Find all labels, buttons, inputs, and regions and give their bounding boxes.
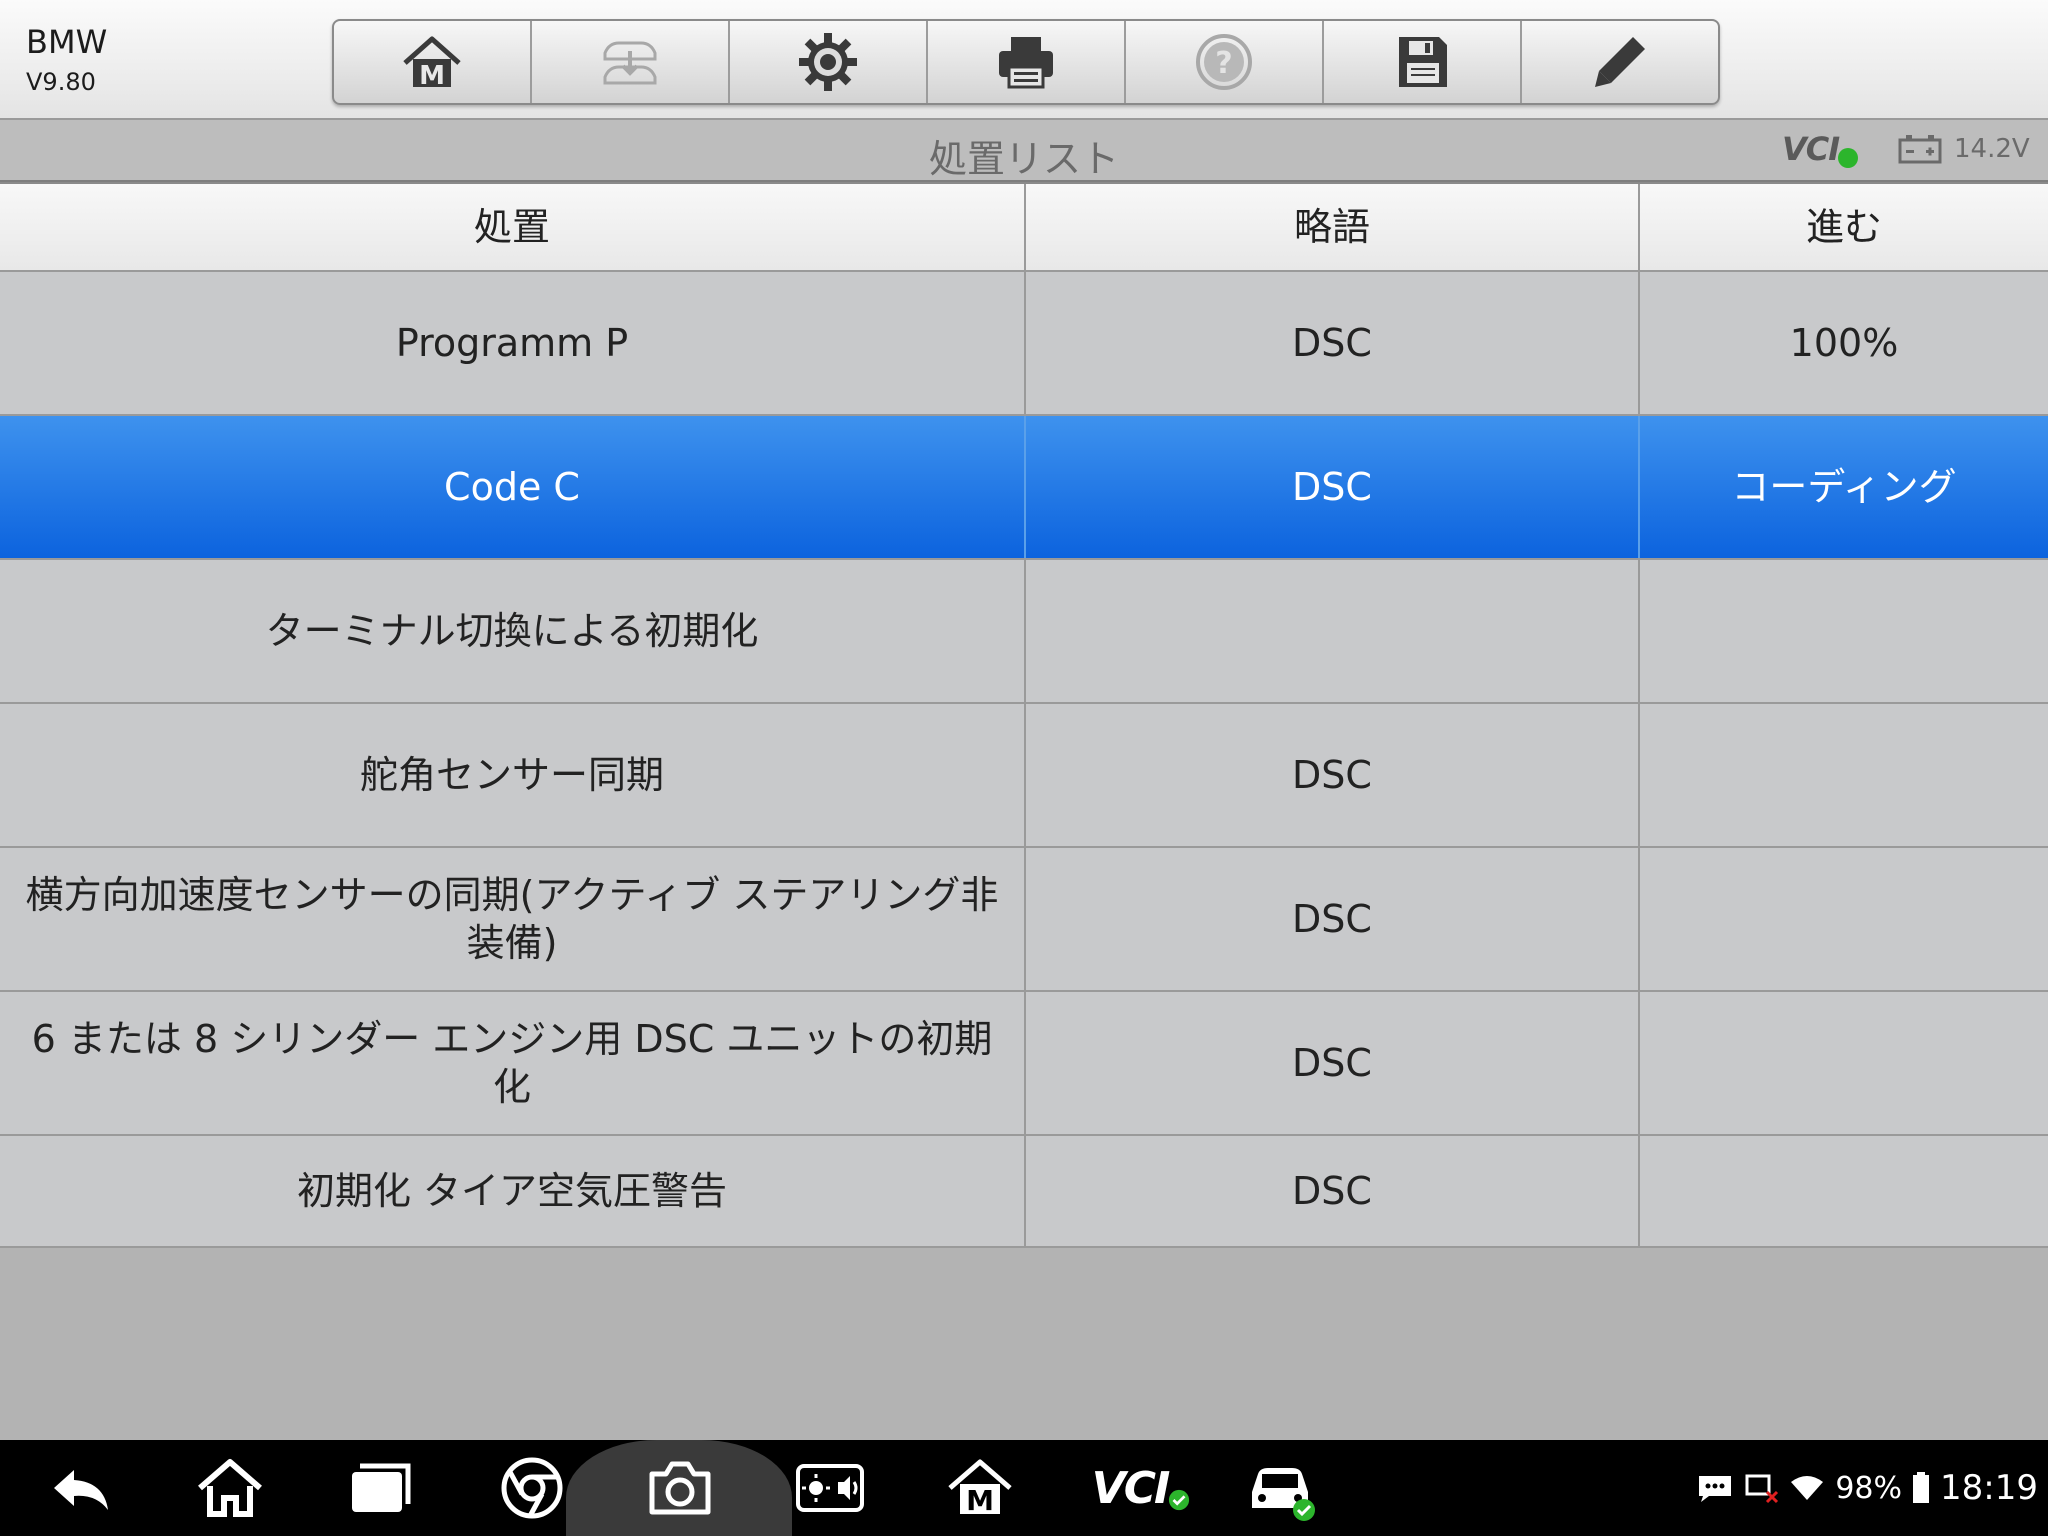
vci-button[interactable]: VCI xyxy=(1086,1450,1196,1526)
procedure-progress xyxy=(1640,560,2048,702)
printer-icon xyxy=(999,37,1053,89)
procedure-abbreviation: DSC xyxy=(1026,1136,1640,1246)
svg-text:?: ? xyxy=(1215,46,1232,81)
save-icon xyxy=(1399,37,1447,87)
vehicle-swap-icon xyxy=(603,41,657,85)
procedure-progress: コーディング xyxy=(1731,465,1957,509)
table-row-selected[interactable]: Code C DSC コーディング xyxy=(0,416,2048,560)
status-area: 98% 18:19 xyxy=(1697,1462,2038,1514)
svg-text:M: M xyxy=(966,1484,994,1517)
vci-connected-check-icon xyxy=(1838,148,1858,168)
procedure-abbreviation: DSC xyxy=(1026,272,1640,414)
table-row[interactable]: 初期化 タイア空気圧警告 DSC xyxy=(0,1136,2048,1248)
procedure-table: 処置 略語 進む Programm P DSC 100% Code C DSC … xyxy=(0,182,2048,1248)
vehicle-swap-button[interactable] xyxy=(532,21,730,103)
battery-percent: 98% xyxy=(1835,1470,1903,1506)
procedure-abbreviation: DSC xyxy=(1026,416,1640,558)
procedure-name: ターミナル切換による初期化 xyxy=(0,560,1026,702)
recent-apps-button[interactable] xyxy=(340,1450,420,1526)
procedure-name: 初期化 タイア空気圧警告 xyxy=(0,1136,1026,1246)
battery-icon xyxy=(1898,135,1942,164)
back-arrow-icon xyxy=(54,1470,108,1510)
column-header-abbreviation: 略語 xyxy=(1026,184,1640,270)
device-battery-icon xyxy=(1913,1472,1930,1503)
procedure-abbreviation: DSC xyxy=(1026,848,1640,990)
procedure-name: Code C xyxy=(0,416,1026,558)
wifi-icon xyxy=(1791,1476,1824,1500)
android-home-button[interactable] xyxy=(190,1450,270,1526)
app-version: V9.80 xyxy=(26,68,96,96)
procedure-progress xyxy=(1640,848,2048,990)
battery-voltage: 14.2V xyxy=(1954,134,2030,164)
table-row[interactable]: 舵角センサー同期 DSC xyxy=(0,704,2048,848)
vci-status-label: VCI xyxy=(1782,130,1840,168)
edit-button[interactable] xyxy=(1522,21,1718,103)
column-header-procedure: 処置 xyxy=(0,184,1026,270)
back-button[interactable] xyxy=(40,1450,120,1526)
car-check-icon xyxy=(1252,1468,1315,1521)
settings-gear-icon xyxy=(799,33,857,91)
maxisys-home-button[interactable]: M xyxy=(940,1450,1020,1526)
recent-apps-icon xyxy=(352,1463,411,1512)
page-title: 処置リスト xyxy=(928,137,1119,181)
header: BMW V9.80 M ? xyxy=(0,0,2048,120)
procedure-name: Programm P xyxy=(0,272,1026,414)
home-icon xyxy=(198,1459,262,1517)
procedure-abbreviation: DSC xyxy=(1026,992,1640,1134)
procedure-name: 舵角センサー同期 xyxy=(0,704,1026,846)
settings-button[interactable] xyxy=(730,21,928,103)
edit-pencil-icon xyxy=(1595,37,1645,87)
camera-icon xyxy=(649,1461,711,1515)
procedure-abbreviation xyxy=(1026,560,1640,702)
screenshot-button[interactable] xyxy=(640,1450,720,1526)
title-bar: 処置リスト VCI 14.2V xyxy=(0,120,2048,182)
procedure-progress xyxy=(1640,1136,2048,1246)
chat-notification-icon xyxy=(1699,1476,1732,1502)
home-m-icon: M xyxy=(403,36,461,91)
chrome-button[interactable] xyxy=(492,1450,572,1526)
brightness-volume-button[interactable] xyxy=(790,1450,870,1526)
procedure-progress xyxy=(1640,704,2048,846)
table-row[interactable]: 6 または 8 シリンダー エンジン用 DSC ユニットの初期化 DSC xyxy=(0,992,2048,1136)
vci-nav-label: VCI xyxy=(1091,1462,1171,1514)
procedure-abbreviation: DSC xyxy=(1026,704,1640,846)
app-name: BMW xyxy=(26,23,108,61)
brand: BMW V9.80 xyxy=(26,22,107,98)
procedure-progress: 100% xyxy=(1789,321,1899,365)
table-header-row: 処置 略語 進む xyxy=(0,182,2048,272)
usb-disconnected-icon xyxy=(1745,1474,1779,1504)
print-button[interactable] xyxy=(928,21,1126,103)
table-row[interactable]: Programm P DSC 100% xyxy=(0,272,2048,416)
vehicle-button[interactable] xyxy=(1240,1450,1320,1526)
system-navigation-bar: M VCI 98% 18:19 xyxy=(0,1440,2048,1536)
toolbar: M ? xyxy=(332,19,1720,105)
table-row[interactable]: 横方向加速度センサーの同期(アクティブ ステアリング非装備) DSC xyxy=(0,848,2048,992)
maxisys-m-icon: M xyxy=(948,1459,1012,1517)
app-root: BMW V9.80 M ? 処置リスト VCI 14.2V 処置 略語 進む P… xyxy=(0,0,2048,1536)
save-button[interactable] xyxy=(1324,21,1522,103)
brightness-volume-icon xyxy=(796,1464,864,1512)
procedure-progress xyxy=(1640,992,2048,1134)
column-header-progress: 進む xyxy=(1805,205,1882,249)
home-button[interactable]: M xyxy=(334,21,532,103)
chrome-browser-icon xyxy=(501,1457,563,1519)
vci-ok-check-icon xyxy=(1169,1489,1190,1511)
help-button[interactable]: ? xyxy=(1126,21,1324,103)
procedure-name: 横方向加速度センサーの同期(アクティブ ステアリング非装備) xyxy=(0,848,1026,990)
table-row[interactable]: ターミナル切換による初期化 xyxy=(0,560,2048,704)
help-icon: ? xyxy=(1196,34,1252,90)
clock: 18:19 xyxy=(1940,1468,2038,1508)
svg-text:M: M xyxy=(419,61,445,91)
procedure-name: 6 または 8 シリンダー エンジン用 DSC ユニットの初期化 xyxy=(0,992,1026,1134)
